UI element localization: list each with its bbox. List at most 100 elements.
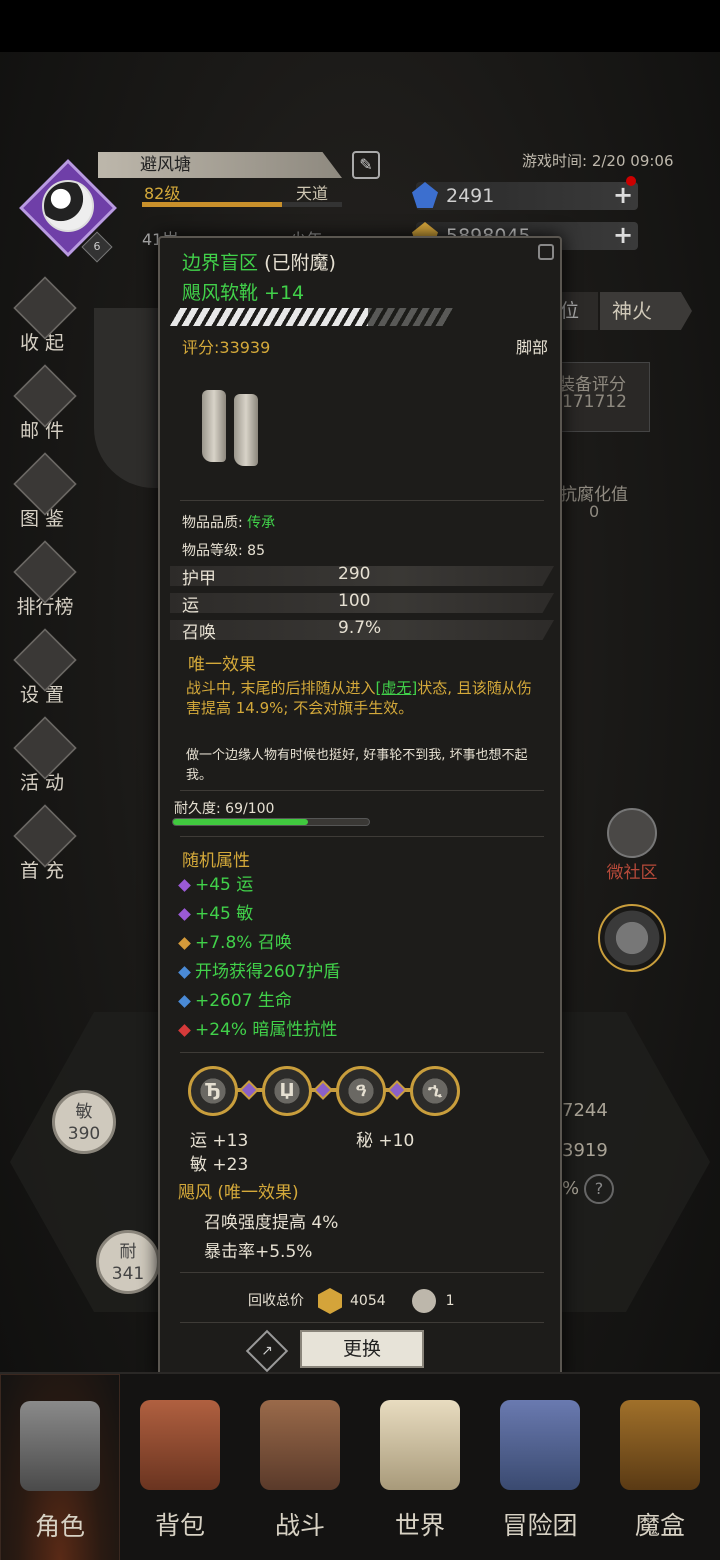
attr-gem-icon [178, 994, 191, 1008]
sidebar-item-codex[interactable]: 图鉴 [6, 452, 84, 544]
attr-gem-icon [178, 1023, 191, 1037]
equipment-score-value: 171712 [562, 392, 627, 412]
stat-number-3: % [562, 1178, 580, 1199]
player-level: 82级 [144, 184, 181, 203]
boot-right [234, 394, 258, 466]
attr-gem-icon [178, 907, 191, 921]
divider [180, 836, 544, 837]
socket-joint [239, 1080, 259, 1100]
stat-value: 9.7% [338, 618, 382, 638]
nav-character[interactable]: 角色 [0, 1374, 120, 1560]
game-time: 游戏时间: 2/20 09:06 [522, 152, 674, 170]
attr-gem-icon [178, 936, 191, 950]
rune-glyph: ዓ [355, 1080, 367, 1101]
sidebar-item-first-charge[interactable]: 首充 [6, 804, 84, 896]
micro-social-label: 微社区 [606, 863, 658, 883]
nav-adventure-team[interactable]: 冒险团 [480, 1374, 600, 1560]
random-attribute-text: +24% 暗属性抗性 [195, 1020, 338, 1040]
rune-socket[interactable]: ዓ [336, 1066, 386, 1116]
gem-currency: 2491 + [412, 176, 638, 210]
void-status-link[interactable]: [虚无] [376, 679, 418, 697]
random-attribute: 开场获得2607护盾 [178, 957, 340, 982]
sidebar-item-settings[interactable]: 设置 [6, 628, 84, 720]
sidebar-item-collapse[interactable]: 收起 [6, 276, 84, 368]
unique-effect-title: 唯一效果 [188, 655, 256, 675]
recycle-value: 回收总价 4054 1 [248, 1288, 455, 1314]
attr-gem-icon [178, 878, 191, 892]
socket-stat: 运 +13 [190, 1131, 249, 1151]
share-button[interactable]: ↗ [245, 1329, 289, 1373]
tab-divine-fire[interactable]: 神火 [600, 292, 692, 330]
stat-row-luck: 运 100 [170, 593, 554, 613]
nav-backpack[interactable]: 背包 [120, 1374, 240, 1560]
set-effect-line: 暴击率+5.5% [204, 1242, 313, 1262]
edit-icon: ✎ [359, 155, 373, 174]
flavor-text: 做一个边缘人物有时候也挺好, 好事轮不到我, 坏事也想不起我。 [186, 748, 528, 783]
random-attribute-text: +45 敏 [195, 904, 254, 924]
stat-value: 100 [338, 591, 371, 611]
help-button[interactable]: ? [584, 1174, 614, 1204]
tab-position[interactable]: 位 [556, 292, 598, 330]
scroll-map-icon [380, 1400, 460, 1490]
divider [180, 790, 544, 791]
player-name: 避风塘 [98, 152, 342, 178]
quality-label: 物品品质: [182, 515, 243, 531]
recycle-gold: 4054 [350, 1293, 386, 1309]
share-icon: ↗ [261, 1343, 273, 1359]
nav-world[interactable]: 世界 [360, 1374, 480, 1560]
add-gold-button[interactable]: + [612, 223, 634, 247]
replace-button[interactable]: 更换 [300, 1330, 424, 1368]
set-effect-line: 召唤强度提高 4% [204, 1213, 339, 1233]
quality-row: 物品品质: 传承 [182, 512, 275, 532]
item-level: 物品等级: 85 [182, 543, 265, 559]
recycle-shard: 1 [445, 1293, 455, 1309]
lock-icon[interactable] [538, 244, 554, 260]
add-gems-button[interactable]: + [612, 183, 634, 207]
sidebar-item-events[interactable]: 活动 [6, 716, 84, 808]
socket-joint [313, 1080, 333, 1100]
sword-shield-icon [260, 1400, 340, 1490]
stat-agility[interactable]: 敏 390 [52, 1090, 116, 1154]
yin-yang-avatar-icon[interactable] [42, 180, 94, 232]
knight-helmet-icon [607, 808, 657, 858]
random-attribute: +45 敏 [178, 899, 254, 924]
stat-number-1: 7244 [562, 1100, 608, 1121]
vip-level-value: 6 [93, 240, 101, 253]
player-title: 天道 [296, 184, 329, 203]
status-bar [0, 0, 720, 52]
recycle-label: 回收总价 [248, 1293, 304, 1309]
item-name-text: 边界盲区 [182, 252, 259, 274]
stat-agility-value: 390 [67, 1124, 101, 1144]
item-tooltip[interactable]: 边界盲区 (已附魔) 飓风软靴 +14 评分:33939 脚部 物品品质: 传承… [158, 236, 562, 1380]
edit-name-button[interactable]: ✎ [352, 151, 380, 179]
divider [180, 1052, 544, 1053]
stat-endurance[interactable]: 耐 341 [96, 1230, 160, 1294]
rune-socket[interactable]: ኂ [410, 1066, 460, 1116]
random-attribute-text: +7.8% 召唤 [195, 933, 292, 953]
unique-effect-text: 战斗中, 末尾的后排随从进入[虚无]状态, 且该随从伤害提高 14.9%; 不会… [186, 678, 542, 718]
sidebar-item-ranking[interactable]: 排行榜 [6, 540, 84, 632]
item-slot: 脚部 [515, 338, 548, 357]
gold-coin-icon [318, 1288, 342, 1314]
sidebar-item-mail[interactable]: 邮件 [6, 364, 84, 456]
micro-social-button[interactable]: 微社区 [596, 808, 668, 883]
gem-amount: 2491 [446, 185, 495, 207]
nav-battle[interactable]: 战斗 [240, 1374, 360, 1560]
boots-icon [198, 384, 272, 470]
nav-label: 世界 [394, 1511, 445, 1540]
nav-label: 角色 [34, 1512, 85, 1541]
nav-label: 背包 [154, 1511, 205, 1540]
unique-text-part-1: 战斗中, 末尾的后排随从进入 [186, 679, 376, 697]
castle-icon [500, 1400, 580, 1490]
stat-number-2: 3919 [562, 1140, 608, 1161]
durability-label: 耐久度: 69/100 [174, 801, 275, 817]
nav-magic-box[interactable]: 魔盒 [600, 1374, 720, 1560]
divider [180, 1272, 544, 1273]
rune-glyph: Џ [279, 1080, 295, 1101]
crest-icon[interactable] [598, 904, 666, 972]
item-score: 评分:33939 [182, 338, 271, 357]
rune-socket[interactable]: Ђ [188, 1066, 238, 1116]
rune-sockets: Ђ Џ ዓ ኂ [188, 1066, 468, 1116]
rune-socket[interactable]: Џ [262, 1066, 312, 1116]
stat-row-armor: 护甲 290 [170, 566, 554, 586]
